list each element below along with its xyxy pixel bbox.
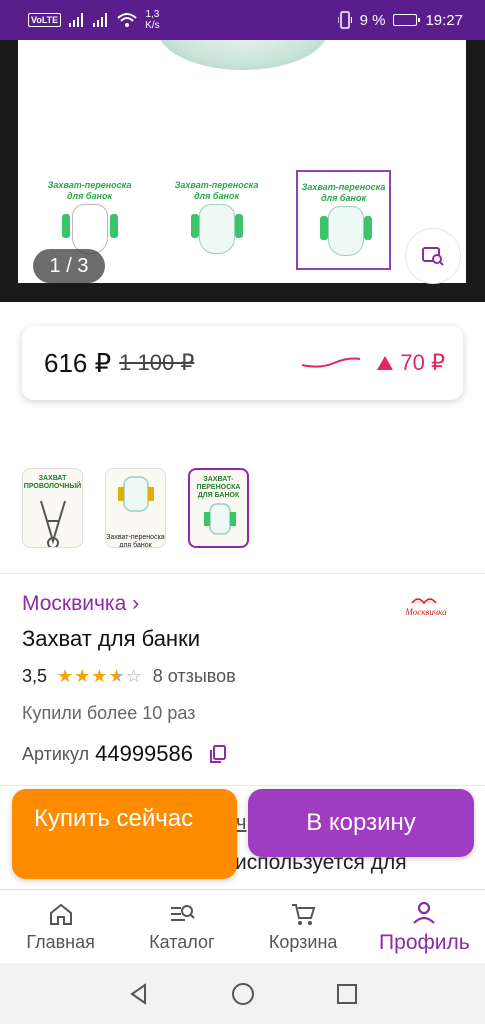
add-to-cart-button[interactable]: В корзину [248,789,474,857]
sku-row: Артикул 44999586 [22,741,229,767]
battery-percent: 9 % [359,11,386,29]
profile-icon [413,901,436,924]
image-search-icon [422,247,444,266]
image-search-button[interactable] [405,228,461,284]
variant-image-selected: Захват-переноска для банок [296,170,391,270]
brand-logo[interactable]: Москвичка [390,593,462,619]
rating-value: 3,5 [22,666,48,686]
star-rating: ★★★★☆ [57,666,143,686]
system-nav-bar [0,963,485,1024]
product-title: Захват для банки [22,626,200,651]
sku-value: 44999586 [95,741,193,766]
home-icon [49,903,72,925]
triangle-up-icon [377,356,394,370]
nav-profile[interactable]: Профиль [364,890,485,963]
signal-icon [69,13,85,27]
divider [0,785,485,786]
divider [0,573,485,574]
thumbnail-1[interactable]: ЗАХВАТ ПРОВОЛОЧНЫЙ [22,468,83,548]
status-bar: VoLTE 1,3 K/s 9 % 19:27 [0,0,485,40]
clock: 19:27 [425,11,463,29]
cart-icon [292,904,316,925]
back-icon[interactable] [127,982,151,1006]
thumbnail-3-selected[interactable]: ЗАХВАТ-ПЕРЕНОСКА ДЛЯ БАНОК [188,468,249,548]
jar-grip-green-image [204,503,236,535]
signal-icon-2 [93,13,109,27]
nav-catalog[interactable]: Каталог [121,890,242,963]
rating-row[interactable]: 3,5 ★★★★☆ 8 отзывов [22,666,236,687]
network-speed: 1,3 K/s [145,9,160,31]
copy-icon[interactable] [207,743,229,765]
buy-now-button[interactable]: Купить сейчас [12,789,237,879]
brand-link[interactable]: Москвичка › [22,592,139,616]
gallery-image[interactable]: Захват-переноска для банок Захват-перено… [18,40,466,283]
squiggle-icon [302,357,361,368]
battery-icon [393,14,421,26]
bonus-badge[interactable]: 70 ₽ [376,350,445,376]
thumbnail-2[interactable]: Захват-переноска для банок универсальный [105,468,166,548]
nav-cart[interactable]: Корзина [243,890,364,963]
recents-icon[interactable] [335,982,359,1006]
variant-image: Захват-переноска для банок [169,170,264,270]
wire-grip-image [40,500,66,547]
nav-home[interactable]: Главная [0,890,121,963]
old-price: 1 100 ₽ [119,350,195,375]
volte-indicator: VoLTE [28,13,62,27]
sku-label: Артикул [22,743,90,764]
catalog-search-icon [170,905,195,921]
wifi-icon [117,13,137,27]
jar-grip-image [118,476,154,512]
reviews-link[interactable]: 8 отзывов [153,666,236,687]
bottom-nav: Главная Каталог Корзина Профиль [0,889,485,963]
bonus-value: 70 ₽ [400,350,445,375]
vibrate-icon [337,11,352,29]
current-price: 616 ₽ [44,347,112,378]
purchase-count: Купили более 10 раз [22,703,196,723]
thumbnail-strip: ЗАХВАТ ПРОВОЛОЧНЫЙ Захват-переноска для … [22,468,249,548]
svg-text:Москвичка: Москвичка [404,607,447,617]
description-link[interactable]: ч [236,812,246,835]
product-gallery[interactable]: Захват-переноска для банок Захват-перено… [0,40,485,302]
price-card: 616 ₽ 1 100 ₽ 70 ₽ [22,326,463,400]
home-circle-icon[interactable] [231,982,255,1006]
jar-image [158,40,328,70]
image-counter: 1 / 3 [33,249,105,283]
